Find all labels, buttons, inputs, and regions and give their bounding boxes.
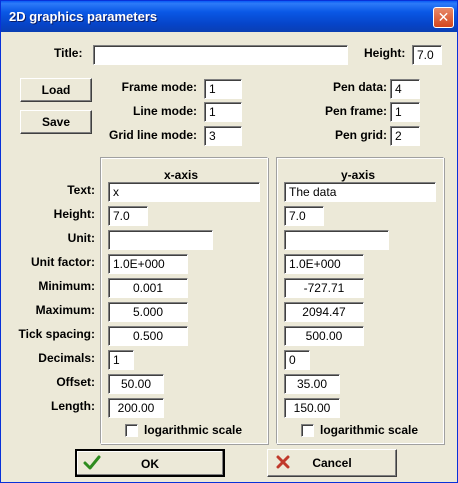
pen-grid-field[interactable]: 2 <box>390 126 420 146</box>
x-height-field[interactable]: 7.0 <box>108 206 148 226</box>
checkmark-icon <box>83 455 101 470</box>
x-text-field[interactable]: x <box>108 182 260 202</box>
axis-offset-label: Offset: <box>56 375 95 389</box>
x-maximum-field[interactable]: 5.000 <box>108 302 188 322</box>
y-height-field[interactable]: 7.0 <box>284 206 324 226</box>
axis-unit-factor-label: Unit factor: <box>31 255 95 269</box>
y-text-field[interactable]: The data <box>284 182 436 202</box>
title-label: Title: <box>54 46 83 60</box>
load-button[interactable]: Load <box>20 78 92 102</box>
y-axis-header: y-axis <box>341 168 376 182</box>
close-button[interactable]: ✕ <box>433 7 454 28</box>
save-button[interactable]: Save <box>20 110 92 134</box>
grid-line-mode-label: Grid line mode: <box>108 128 197 142</box>
x-decimals-field[interactable]: 1 <box>108 350 134 370</box>
close-icon: ✕ <box>437 9 450 25</box>
ok-button-label: OK <box>141 457 159 471</box>
line-mode-field[interactable]: 1 <box>204 102 242 122</box>
axis-decimals-label: Decimals: <box>38 351 95 365</box>
y-log-scale-checkbox[interactable] <box>301 424 314 437</box>
y-decimals-field[interactable]: 0 <box>284 350 310 370</box>
line-mode-label: Line mode: <box>132 104 197 118</box>
axis-maximum-label: Maximum: <box>35 303 95 317</box>
cancel-button[interactable]: Cancel <box>267 449 397 477</box>
y-tick-spacing-field[interactable]: 500.00 <box>284 326 364 346</box>
axis-tick-spacing-label: Tick spacing: <box>18 327 95 341</box>
pen-data-label: Pen data: <box>332 80 387 94</box>
ok-button[interactable]: OK <box>75 449 225 477</box>
window-title: 2D graphics parameters <box>9 9 158 24</box>
pen-data-field[interactable]: 4 <box>390 79 420 99</box>
axis-text-label: Text: <box>67 183 95 197</box>
x-offset-field[interactable]: 50.00 <box>108 374 164 394</box>
y-length-field[interactable]: 150.00 <box>284 398 340 418</box>
x-unit-factor-field[interactable]: 1.0E+000 <box>108 254 188 274</box>
y-log-scale-label: logarithmic scale <box>320 423 419 437</box>
axis-unit-label: Unit: <box>67 231 95 245</box>
height-field[interactable]: 7.0 <box>412 45 442 65</box>
y-minimum-field[interactable]: -727.71 <box>284 278 364 298</box>
y-offset-field[interactable]: 35.00 <box>284 374 340 394</box>
grid-line-mode-field[interactable]: 3 <box>204 126 242 146</box>
cancel-button-label: Cancel <box>312 456 352 470</box>
dialog-window: 2D graphics parameters ✕ Title: Height: … <box>0 0 458 483</box>
pen-grid-label: Pen grid: <box>334 128 387 142</box>
x-log-scale-checkbox[interactable] <box>125 424 138 437</box>
x-axis-header: x-axis <box>164 168 199 182</box>
title-bar[interactable]: 2D graphics parameters ✕ <box>1 1 457 32</box>
y-unit-field[interactable] <box>284 230 389 250</box>
x-minimum-field[interactable]: 0.001 <box>108 278 188 298</box>
x-length-field[interactable]: 200.00 <box>108 398 164 418</box>
y-unit-factor-field[interactable]: 1.0E+000 <box>284 254 364 274</box>
axis-minimum-label: Minimum: <box>38 279 95 293</box>
frame-mode-field[interactable]: 1 <box>204 79 242 99</box>
pen-frame-field[interactable]: 1 <box>390 102 420 122</box>
x-unit-field[interactable] <box>108 230 213 250</box>
x-log-scale-label: logarithmic scale <box>144 423 243 437</box>
pen-frame-label: Pen frame: <box>324 104 387 118</box>
x-tick-spacing-field[interactable]: 0.500 <box>108 326 188 346</box>
axis-length-label: Length: <box>51 399 95 413</box>
x-cross-icon <box>276 455 290 469</box>
y-maximum-field[interactable]: 2094.47 <box>284 302 364 322</box>
height-label: Height: <box>364 46 406 60</box>
frame-mode-label: Frame mode: <box>121 80 197 94</box>
axis-height-label: Height: <box>53 207 95 221</box>
title-field[interactable] <box>93 45 348 65</box>
